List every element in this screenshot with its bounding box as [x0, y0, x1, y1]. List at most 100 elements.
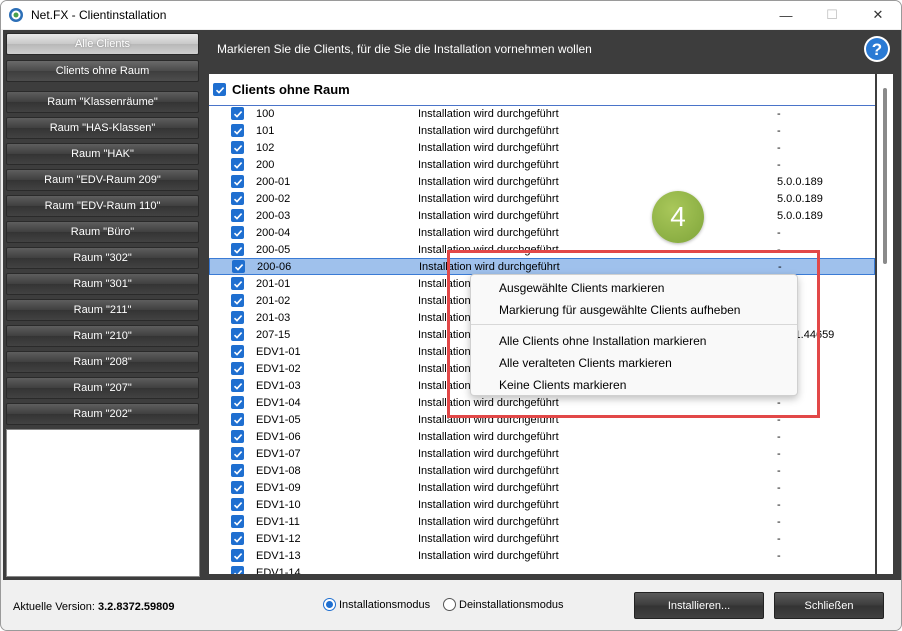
checkmark-icon [233, 535, 242, 543]
table-row[interactable]: EDV1-14 [209, 564, 875, 574]
sidebar-item-room[interactable]: Raum "HAK" [6, 143, 199, 165]
checkmark-icon [233, 518, 242, 526]
row-checkbox[interactable] [231, 549, 244, 562]
table-row[interactable]: 200-01 Installation wird durchgeführt 5.0.… [209, 173, 875, 190]
sidebar-item-room[interactable]: Raum "211" [6, 299, 199, 321]
client-status: Installation wird durchgeführt [418, 464, 559, 477]
scrollbar[interactable] [877, 74, 893, 574]
install-button[interactable]: Installieren... [634, 592, 764, 619]
table-row[interactable]: EDV1-06 Installation wird durchgeführt - [209, 428, 875, 445]
row-checkbox[interactable] [231, 328, 244, 341]
help-icon[interactable]: ? [863, 35, 891, 63]
sidebar-item-room[interactable]: Raum "Büro" [6, 221, 199, 243]
row-checkbox[interactable] [231, 413, 244, 426]
maximize-button[interactable]: ☐ [809, 1, 855, 29]
row-checkbox[interactable] [231, 175, 244, 188]
row-checkbox[interactable] [231, 226, 244, 239]
client-name: 101 [256, 124, 275, 137]
table-row[interactable]: 200-03 Installation wird durchgeführt 5.0.… [209, 207, 875, 224]
checkmark-icon [233, 348, 242, 356]
sidebar-item-room[interactable]: Raum "Klassenräume" [6, 91, 199, 113]
table-row[interactable]: 100 Installation wird durchgeführt - [209, 105, 875, 122]
version-info: Aktuelle Version: 3.2.8372.59809 [13, 601, 174, 613]
uninstall-mode-option[interactable]: Deinstallationsmodus [443, 598, 564, 611]
row-checkbox[interactable] [232, 260, 245, 273]
client-name: EDV1-03 [256, 379, 301, 392]
row-checkbox[interactable] [231, 566, 244, 574]
table-row[interactable]: 200 Installation wird durchgeführt - [209, 156, 875, 173]
row-checkbox[interactable] [231, 311, 244, 324]
close-button[interactable]: Schließen [774, 592, 884, 619]
client-version: - [777, 498, 781, 511]
group-header[interactable]: Clients ohne Raum [209, 74, 875, 106]
checkmark-icon [233, 280, 242, 288]
client-status: Installation wird durchgeführt [418, 498, 559, 511]
sidebar-item-room[interactable]: Raum "208" [6, 351, 199, 373]
row-checkbox[interactable] [231, 362, 244, 375]
table-row[interactable]: EDV1-11 Installation wird durchgeführt - [209, 513, 875, 530]
row-checkbox[interactable] [231, 277, 244, 290]
table-row[interactable]: 200-04 Installation wird durchgeführt - [209, 224, 875, 241]
sidebar-item-room[interactable]: Raum "210" [6, 325, 199, 347]
row-checkbox[interactable] [231, 209, 244, 222]
client-name: 200 [256, 158, 275, 171]
row-checkbox[interactable] [231, 481, 244, 494]
sidebar-item-room[interactable]: Raum "HAS-Klassen" [6, 117, 199, 139]
checkmark-icon [233, 399, 242, 407]
table-row[interactable]: 102 Installation wird durchgeführt - [209, 139, 875, 156]
row-checkbox[interactable] [231, 447, 244, 460]
table-row[interactable]: EDV1-08 Installation wird durchgeführt - [209, 462, 875, 479]
table-row[interactable]: EDV1-12 Installation wird durchgeführt - [209, 530, 875, 547]
row-checkbox[interactable] [231, 430, 244, 443]
close-window-button[interactable]: ✕ [855, 1, 901, 29]
row-checkbox[interactable] [231, 532, 244, 545]
row-checkbox[interactable] [231, 192, 244, 205]
uninstall-mode-radio[interactable] [443, 598, 456, 611]
row-checkbox[interactable] [231, 396, 244, 409]
row-checkbox[interactable] [231, 345, 244, 358]
row-checkbox[interactable] [231, 158, 244, 171]
row-checkbox[interactable] [231, 294, 244, 307]
client-status: Installation wird durchgeführt [418, 192, 559, 205]
client-status: Installation wird durchgeführt [418, 141, 559, 154]
group-checkbox[interactable] [213, 83, 226, 96]
table-row[interactable]: 101 Installation wird durchgeführt - [209, 122, 875, 139]
table-row[interactable]: EDV1-10 Installation wird durchgeführt - [209, 496, 875, 513]
install-mode-option[interactable]: Installationsmodus [323, 598, 430, 611]
row-checkbox[interactable] [231, 141, 244, 154]
checkmark-icon [233, 195, 242, 203]
scrollbar-thumb[interactable] [883, 88, 887, 264]
sidebar-item-room[interactable]: Raum "EDV-Raum 110" [6, 195, 199, 217]
sidebar-item-room[interactable]: Raum "302" [6, 247, 199, 269]
client-name: 100 [256, 107, 275, 120]
client-name: EDV1-14 [256, 566, 301, 575]
table-row[interactable]: 200-02 Installation wird durchgeführt 5.0.… [209, 190, 875, 207]
client-name: 102 [256, 141, 275, 154]
sidebar-item-room[interactable]: Raum "EDV-Raum 209" [6, 169, 199, 191]
sidebar-empty-panel [6, 429, 200, 577]
row-checkbox[interactable] [231, 498, 244, 511]
sidebar-item-clients-without-room[interactable]: Clients ohne Raum [6, 60, 199, 82]
install-mode-radio[interactable] [323, 598, 336, 611]
client-status: Installation wird durchgeführt [418, 515, 559, 528]
client-status: Installation wird durchgeführt [418, 532, 559, 545]
checkmark-icon [233, 433, 242, 441]
client-name: EDV1-05 [256, 413, 301, 426]
row-checkbox[interactable] [231, 379, 244, 392]
sidebar-item-all-clients[interactable]: Alle Clients [6, 33, 199, 55]
client-name: EDV1-01 [256, 345, 301, 358]
row-checkbox[interactable] [231, 464, 244, 477]
sidebar-item-room[interactable]: Raum "301" [6, 273, 199, 295]
minimize-button[interactable]: — [763, 1, 809, 29]
table-row[interactable]: EDV1-09 Installation wird durchgeführt - [209, 479, 875, 496]
row-checkbox[interactable] [231, 107, 244, 120]
checkmark-icon [233, 484, 242, 492]
row-checkbox[interactable] [231, 124, 244, 137]
sidebar-item-room[interactable]: Raum "207" [6, 377, 199, 399]
sidebar-item-room[interactable]: Raum "202" [6, 403, 199, 425]
uninstall-mode-label: Deinstallationsmodus [459, 598, 564, 611]
table-row[interactable]: EDV1-13 Installation wird durchgeführt - [209, 547, 875, 564]
row-checkbox[interactable] [231, 515, 244, 528]
row-checkbox[interactable] [231, 243, 244, 256]
table-row[interactable]: EDV1-07 Installation wird durchgeführt - [209, 445, 875, 462]
